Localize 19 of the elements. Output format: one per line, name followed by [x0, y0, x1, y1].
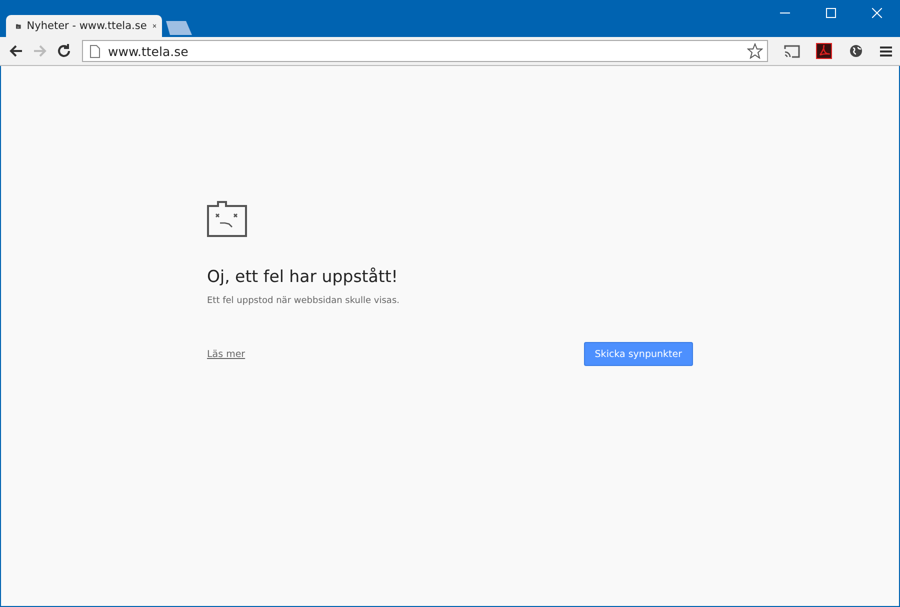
close-icon[interactable] [872, 8, 882, 18]
maximize-icon[interactable] [826, 8, 836, 18]
tab-title: Nyheter - www.ttela.se [26, 20, 147, 32]
browser-tab[interactable]: Nyheter - www.ttela.se [6, 15, 162, 37]
cast-icon[interactable] [784, 44, 800, 58]
close-icon[interactable] [152, 22, 156, 30]
new-tab-button[interactable] [166, 21, 192, 35]
star-icon[interactable] [747, 43, 763, 59]
error-title: Oj, ett fel har uppstått! [207, 267, 399, 286]
pdf-icon[interactable] [816, 43, 832, 59]
url-text: www.ttela.se [108, 44, 190, 58]
reload-icon[interactable] [56, 43, 72, 59]
globe-icon[interactable] [848, 43, 864, 59]
back-icon[interactable] [8, 43, 24, 59]
address-bar[interactable]: www.ttela.se [82, 40, 768, 62]
menu-icon[interactable] [880, 46, 892, 56]
error-message: Ett fel uppstod när webbsidan skulle visas. [207, 296, 400, 306]
page-icon [90, 44, 100, 58]
learn-more-link[interactable]: Läs mer [207, 348, 246, 360]
